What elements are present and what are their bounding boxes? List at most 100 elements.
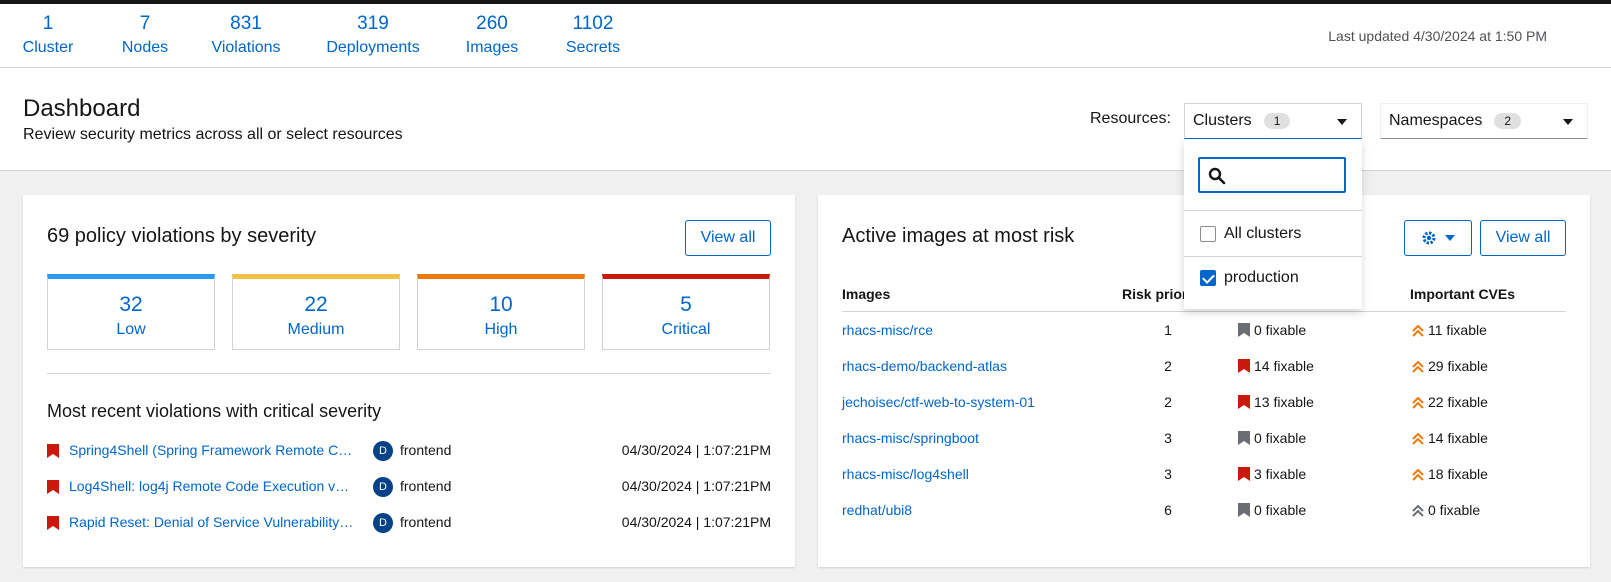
important-cves: 11 fixable (1412, 322, 1487, 338)
clusters-dropdown-menu: All clusters production (1184, 139, 1362, 309)
important-cves: 22 fixable (1412, 394, 1488, 410)
fixable-text: 0 fixable (1254, 502, 1307, 518)
policy-violations-card: 69 policy violations by severity View al… (23, 195, 795, 567)
fixable-text: 3 fixable (1254, 466, 1307, 482)
cluster-option-label: All clusters (1224, 225, 1302, 242)
violation-time: 04/30/2024 | 1:07:21PM (621, 478, 771, 494)
image-link[interactable]: redhat/ubi8 (842, 502, 912, 518)
summary-violations[interactable]: 831 Violations (210, 12, 282, 60)
summary-cluster-count: 1 (42, 13, 54, 34)
risk-priority: 3 (1164, 430, 1172, 446)
fixable-critical: 3 fixable (1238, 466, 1306, 482)
flag-icon (1238, 503, 1250, 517)
summary-images[interactable]: 260 Images (464, 12, 520, 60)
summary-secrets-count: 1102 (572, 13, 614, 34)
severity-critical-tile[interactable]: 5 Critical (602, 274, 770, 350)
caret-down-icon (1337, 119, 1347, 125)
recent-violations-title: Most recent violations with critical sev… (47, 401, 382, 421)
search-icon (1208, 167, 1226, 185)
violation-name-link[interactable]: Log4Shell: log4j Remote Code Execution v… (69, 478, 354, 494)
violation-row: Spring4Shell (Spring Framework Remote Co… (47, 439, 771, 463)
risk-priority: 3 (1164, 466, 1172, 482)
column-header-important-cves[interactable]: Important CVEs (1410, 286, 1515, 302)
clusters-select[interactable]: Clusters 1 (1184, 103, 1362, 139)
images-view-all-button[interactable]: View all (1480, 220, 1566, 256)
summary-counts-bar: 1 Cluster 7 Nodes 831 Violations 319 Dep… (0, 4, 1611, 68)
image-link[interactable]: rhacs-misc/rce (842, 322, 933, 338)
severity-high-count: 10 (489, 293, 513, 316)
violation-row: Rapid Reset: Denial of Service Vulnerabi… (47, 511, 771, 535)
summary-secrets[interactable]: 1102 Secrets (562, 12, 624, 60)
important-cves: 29 fixable (1412, 358, 1488, 374)
caret-down-icon (1563, 119, 1573, 125)
checkbox[interactable] (1200, 226, 1216, 242)
risk-priority: 2 (1164, 394, 1172, 410)
deployment-name: frontend (400, 514, 452, 530)
last-updated: Last updated 4/30/2024 at 1:50 PM (1328, 28, 1547, 44)
angle-double-up-icon (1412, 432, 1424, 445)
divider (47, 373, 771, 374)
cluster-option-production[interactable]: production (1200, 269, 1299, 287)
severity-high-tile[interactable]: 10 High (417, 274, 585, 350)
table-row: rhacs-misc/log4shell 3 3 fixable 18 fixa… (842, 463, 1566, 487)
violations-view-all-button[interactable]: View all (685, 220, 771, 256)
angle-double-up-icon (1412, 396, 1424, 409)
severity-low-count: 32 (119, 293, 143, 316)
deployment-name: frontend (400, 442, 452, 458)
flag-icon (1238, 395, 1250, 409)
summary-cluster[interactable]: 1 Cluster (22, 12, 74, 60)
table-row: rhacs-misc/springboot 3 0 fixable 14 fix… (842, 427, 1566, 451)
summary-deployments-label: Deployments (326, 39, 420, 56)
fixable-critical: 0 fixable (1238, 322, 1306, 338)
fixable-text: 0 fixable (1254, 430, 1307, 446)
fixable-text: 0 fixable (1254, 322, 1307, 338)
page-header: Dashboard Review security metrics across… (0, 68, 1611, 171)
page-title: Dashboard (23, 95, 141, 122)
image-link[interactable]: jechoisec/ctf-web-to-system-01 (842, 394, 1035, 410)
angle-double-up-icon (1412, 468, 1424, 481)
gear-icon (1422, 231, 1436, 245)
checkbox-checked[interactable] (1200, 270, 1216, 286)
cves-text: 11 fixable (1428, 322, 1487, 338)
summary-nodes[interactable]: 7 Nodes (118, 12, 172, 60)
images-card-title: Active images at most risk (842, 225, 1075, 247)
flag-icon (1238, 467, 1250, 481)
cves-text: 18 fixable (1428, 466, 1488, 482)
important-cves: 0 fixable (1412, 502, 1480, 518)
fixable-text: 14 fixable (1254, 358, 1314, 374)
important-cves: 14 fixable (1412, 430, 1488, 446)
severity-medium-tile[interactable]: 22 Medium (232, 274, 400, 350)
menu-divider (1184, 210, 1362, 211)
resources-label: Resources: (1090, 110, 1171, 127)
image-link[interactable]: rhacs-demo/backend-atlas (842, 358, 1007, 374)
severity-critical-label: Critical (661, 321, 711, 338)
summary-images-label: Images (465, 39, 519, 56)
table-row: redhat/ubi8 6 0 fixable 0 fixable (842, 499, 1566, 523)
violation-name-link[interactable]: Spring4Shell (Spring Framework Remote Co… (69, 442, 354, 458)
fixable-critical: 14 fixable (1238, 358, 1314, 374)
image-link[interactable]: rhacs-misc/log4shell (842, 466, 969, 482)
column-header-risk-priority[interactable]: Risk prior (1122, 286, 1184, 302)
angle-double-up-icon (1412, 504, 1424, 517)
summary-images-count: 260 (476, 13, 508, 34)
page-subtitle: Review security metrics across all or se… (23, 126, 403, 143)
flag-icon (1238, 323, 1250, 337)
cluster-option-all[interactable]: All clusters (1200, 225, 1301, 243)
fixable-text: 13 fixable (1254, 394, 1314, 410)
image-link[interactable]: rhacs-misc/springboot (842, 430, 979, 446)
angle-double-up-icon (1412, 360, 1424, 373)
summary-violations-count: 831 (230, 13, 262, 34)
fixable-critical: 0 fixable (1238, 430, 1306, 446)
image-settings-button[interactable] (1404, 220, 1472, 256)
summary-deployments-count: 319 (357, 13, 389, 34)
namespaces-select-label: Namespaces (1389, 112, 1483, 129)
violation-name-link[interactable]: Rapid Reset: Denial of Service Vulnerabi… (69, 514, 354, 530)
summary-deployments[interactable]: 319 Deployments (326, 12, 420, 60)
severity-low-tile[interactable]: 32 Low (47, 274, 215, 350)
risk-priority: 6 (1164, 502, 1172, 518)
column-header-images[interactable]: Images (842, 286, 890, 302)
namespaces-select[interactable]: Namespaces 2 (1380, 103, 1588, 139)
cves-text: 22 fixable (1428, 394, 1488, 410)
cluster-search-input[interactable] (1198, 157, 1346, 193)
fixable-critical: 13 fixable (1238, 394, 1314, 410)
